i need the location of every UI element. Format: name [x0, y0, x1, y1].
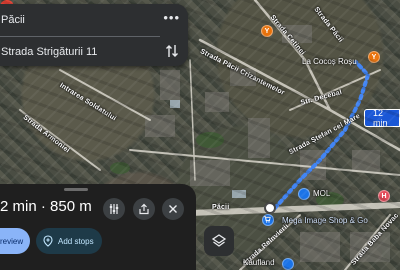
- mega-image-place-label[interactable]: Mega Image Shop & Go: [282, 216, 368, 225]
- share-icon: [139, 203, 149, 215]
- add-location-icon: [43, 235, 53, 247]
- route-options-button[interactable]: [103, 198, 125, 220]
- health-icon[interactable]: H: [378, 190, 390, 202]
- shopping-cart-icon[interactable]: [262, 214, 274, 226]
- trip-duration-distance: 2 min · 850 m: [0, 198, 92, 215]
- kaufland-place-label[interactable]: Kaufland: [243, 258, 275, 267]
- mol-place-label[interactable]: MOL: [313, 189, 330, 198]
- shopping-bag-icon[interactable]: [282, 258, 294, 270]
- swap-directions-icon[interactable]: [165, 43, 179, 59]
- layers-icon: [211, 234, 227, 247]
- close-icon: [169, 205, 177, 213]
- destination-place-label[interactable]: La Cocoș Roșu: [302, 57, 357, 66]
- tree-area: [196, 132, 224, 148]
- add-stops-label: Add stops: [58, 236, 94, 246]
- gas-station-icon[interactable]: [298, 188, 310, 200]
- restaurant-icon[interactable]: Y: [368, 51, 380, 63]
- building: [205, 92, 229, 112]
- map-layers-button[interactable]: [204, 226, 234, 256]
- restaurant-icon[interactable]: Y: [261, 25, 273, 37]
- tune-icon: [109, 204, 119, 214]
- building: [300, 232, 340, 262]
- preview-button[interactable]: review: [0, 228, 30, 254]
- close-button[interactable]: [162, 198, 184, 220]
- origin-field[interactable]: Păcii: [0, 5, 188, 35]
- building-roof: [170, 100, 180, 108]
- building: [352, 150, 380, 172]
- destination-text: Strada Strigăturii 11: [1, 46, 98, 58]
- tree-area: [110, 162, 130, 174]
- add-stops-button[interactable]: Add stops: [36, 228, 102, 254]
- origin-text: Păcii: [1, 14, 25, 26]
- directions-bottom-sheet: 2 min · 850 m review Add stops: [0, 184, 196, 270]
- directions-search-card: Păcii ••• Strada Strigăturii 11: [0, 4, 188, 66]
- building: [160, 70, 180, 100]
- street-label: Păcii: [212, 204, 230, 211]
- building: [190, 160, 230, 186]
- preview-button-label: review: [0, 236, 24, 246]
- building-roof: [232, 190, 246, 198]
- route-time-badge[interactable]: 12 min: [364, 108, 400, 128]
- origin-location-dot: [264, 202, 276, 214]
- more-options-icon[interactable]: •••: [163, 11, 180, 24]
- building: [248, 118, 270, 158]
- building: [145, 115, 175, 137]
- share-button[interactable]: [133, 198, 155, 220]
- sheet-drag-handle[interactable]: [64, 188, 88, 191]
- destination-field[interactable]: Strada Strigăturii 11: [0, 37, 188, 67]
